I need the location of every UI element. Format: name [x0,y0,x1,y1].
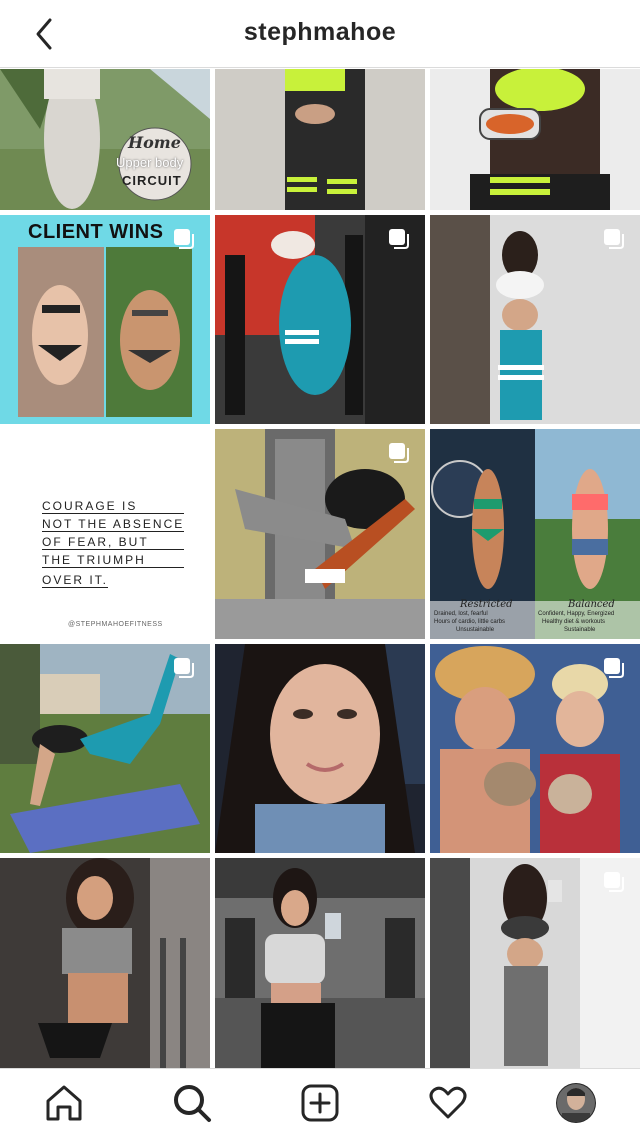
quote-line: COURAGE IS [42,499,185,514]
tile-label-circuit: CIRCUIT [122,173,182,188]
caption-balanced-detail: Confident, Happy, Energized [538,611,615,617]
post-tile[interactable] [430,215,640,424]
multiple-posts-icon [174,658,194,678]
post-tile[interactable] [215,644,425,853]
multiple-posts-icon [604,229,624,249]
tile-headline-client-wins: CLIENT WINS [28,221,164,243]
bottom-nav [0,1068,640,1138]
post-tile[interactable] [215,858,425,1068]
caption-restricted-detail: Drained, lost, fearful [434,611,488,617]
nav-search-button[interactable] [170,1081,214,1125]
post-image [0,858,210,1068]
post-tile[interactable]: Home Upper body CIRCUIT [0,69,210,210]
post-tile[interactable] [215,429,425,639]
add-post-icon [301,1084,339,1122]
post-tile[interactable] [430,644,640,853]
quote-line: OVER IT. [42,573,109,588]
top-header: stephmahoe [0,0,640,68]
caption-balanced: Balanced [568,599,615,610]
caption-balanced-detail: Sustainable [564,627,596,633]
posts-grid: Home Upper body CIRCUIT CLIENT WINS COUR… [0,69,640,1068]
nav-home-button[interactable] [42,1081,86,1125]
caption-balanced-detail: Healthy diet & workouts [542,619,606,625]
quote-line: THE TRIUMPH [42,553,185,568]
home-icon [46,1085,82,1121]
post-tile[interactable] [0,644,210,853]
multiple-posts-icon [174,229,194,249]
tile-label-upper-body: Upper body [116,155,184,170]
heart-icon [429,1086,467,1119]
tile-label-home: Home [128,133,181,152]
post-tile[interactable]: Restricted Drained, lost, fearful Hours … [430,429,640,639]
multiple-posts-icon [604,658,624,678]
quote-handle: @STEPHMAHOEFITNESS [68,621,163,628]
post-tile[interactable]: CLIENT WINS [0,215,210,424]
quote-block: COURAGE IS NOT THE ABSENCE OF FEAR, BUT … [42,499,185,591]
post-tile[interactable] [215,69,425,210]
post-tile[interactable] [430,858,640,1068]
nav-activity-button[interactable] [426,1081,470,1125]
caption-restricted: Restricted [460,599,513,610]
profile-avatar [556,1083,596,1123]
post-image [215,858,425,1068]
caption-restricted-detail: Hours of cardio, little carbs [434,619,506,625]
nav-add-post-button[interactable] [298,1081,342,1125]
post-image [430,69,640,210]
caption-restricted-detail: Unsustainable [456,627,495,633]
nav-profile-button[interactable] [554,1081,598,1125]
post-tile[interactable]: COURAGE IS NOT THE ABSENCE OF FEAR, BUT … [0,429,210,639]
multiple-posts-icon [389,229,409,249]
quote-line: NOT THE ABSENCE [42,517,185,532]
multiple-posts-icon [389,443,409,463]
multiple-posts-icon [604,872,624,892]
post-tile[interactable] [0,858,210,1068]
post-tile[interactable] [215,215,425,424]
search-icon [174,1085,211,1122]
post-tile[interactable] [430,69,640,210]
profile-username: stephmahoe [243,18,397,46]
post-image [215,69,425,210]
post-image [215,644,425,853]
quote-line: OF FEAR, BUT [42,535,185,550]
